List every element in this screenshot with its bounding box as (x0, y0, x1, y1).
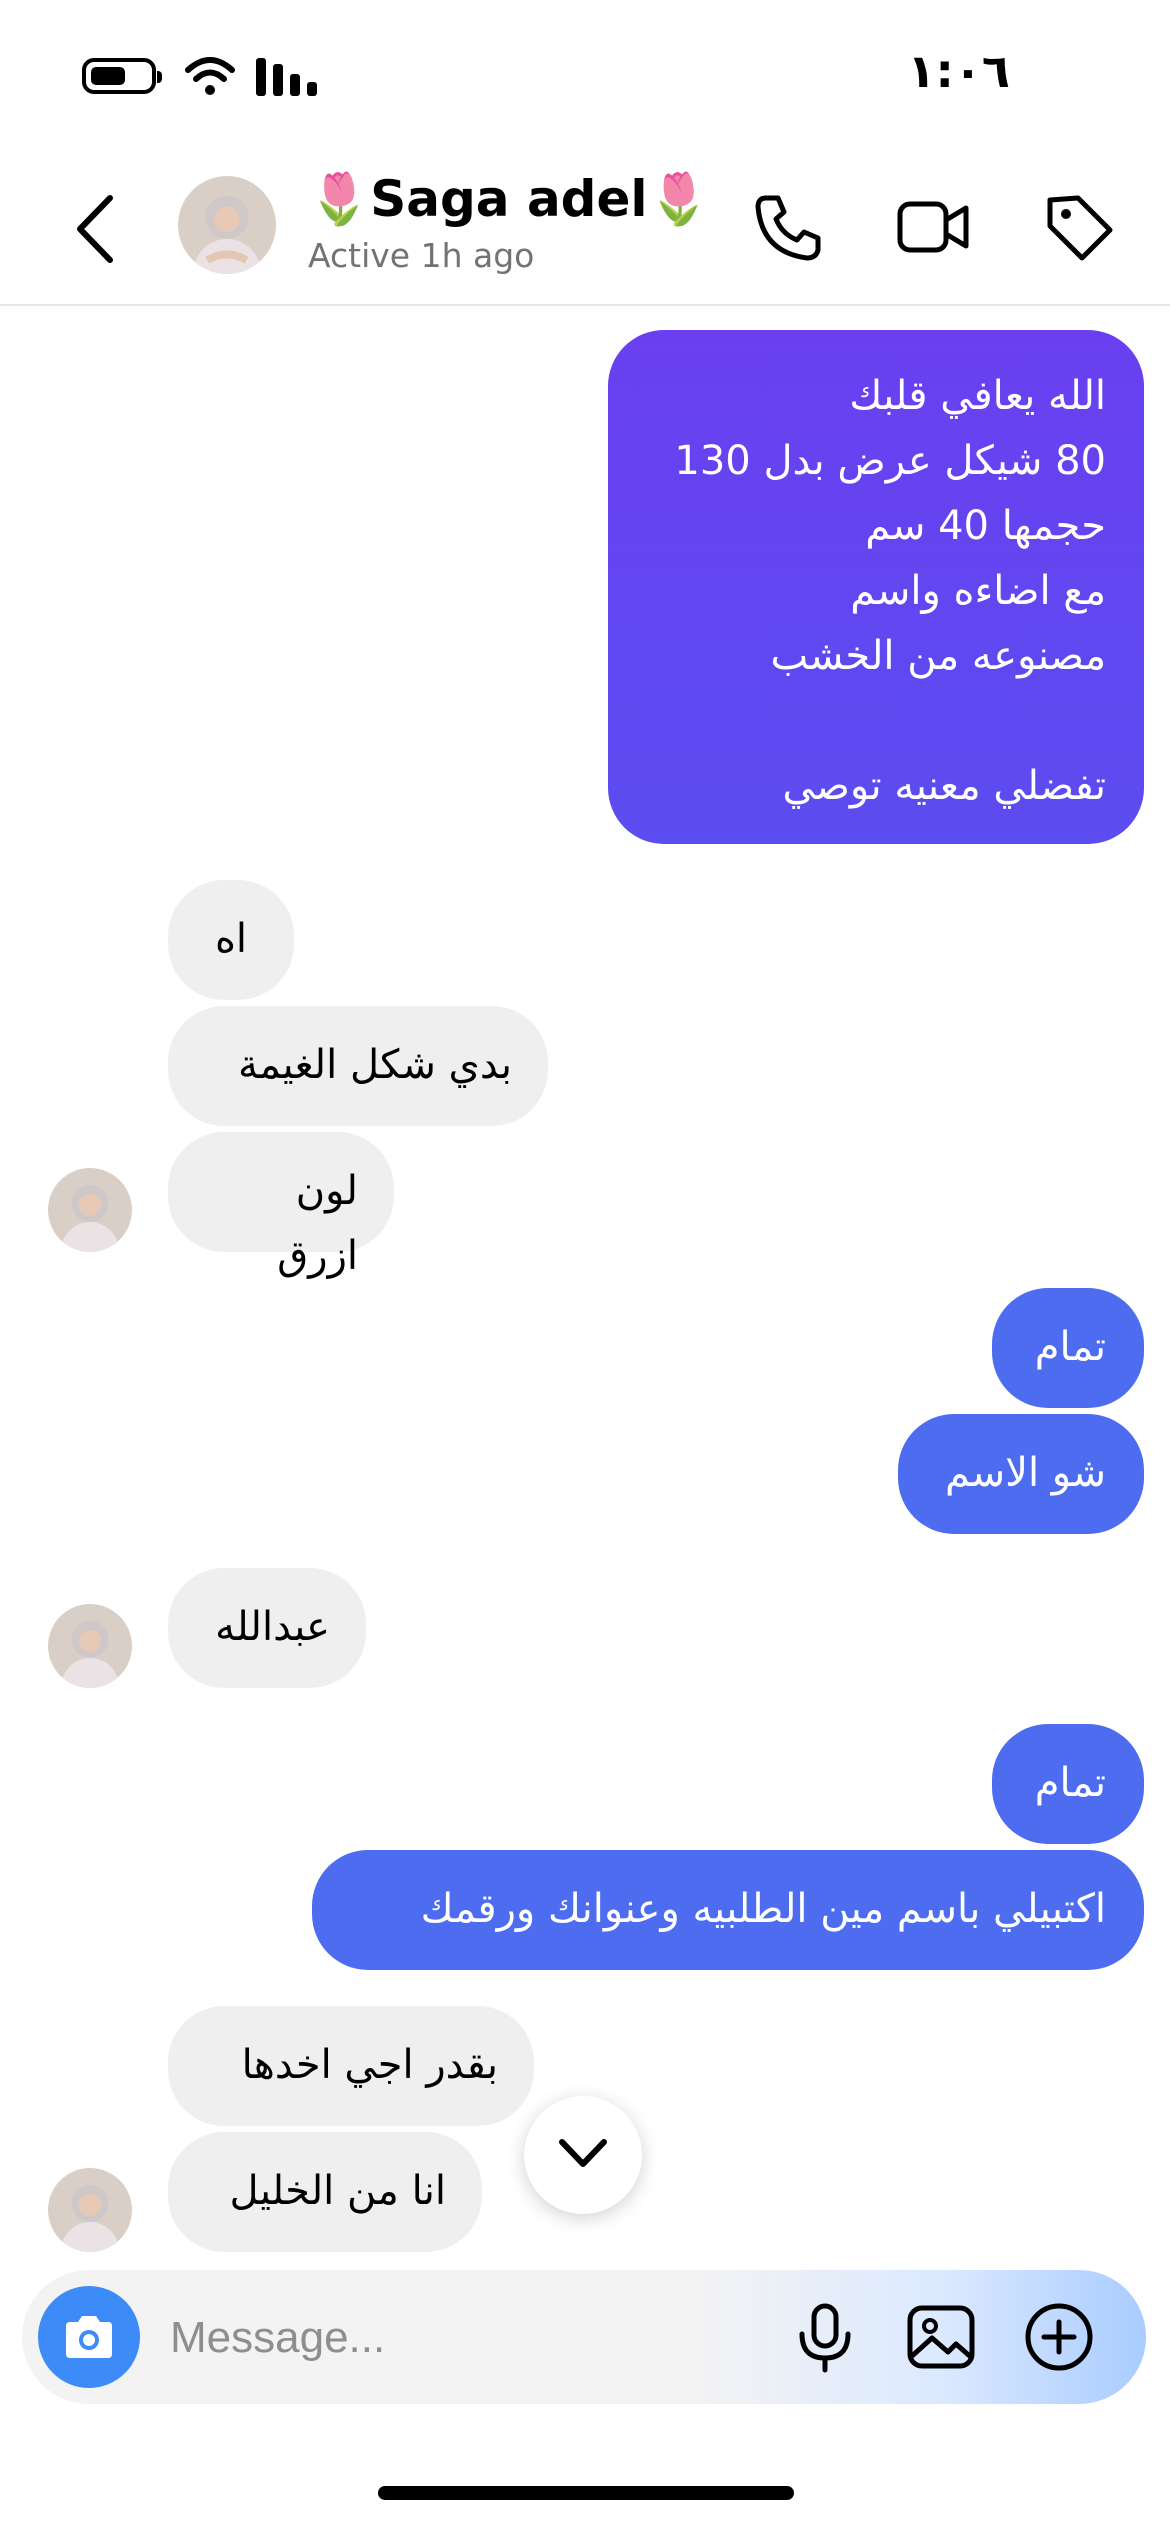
sent-message-bubble[interactable]: تمام (992, 1724, 1144, 1844)
received-message-bubble[interactable]: اه (168, 880, 294, 1000)
contact-avatar[interactable] (178, 176, 276, 274)
cellular-signal-icon (256, 58, 317, 96)
contact-name[interactable]: 🌷Saga adel🌷 (308, 170, 710, 229)
received-message-bubble[interactable]: انا من الخليل (168, 2132, 482, 2252)
status-time: ١:٠٦ (907, 44, 1010, 98)
sent-message-bubble[interactable]: اكتبيلي باسم مين الطلبيه وعنوانك ورقمك (312, 1850, 1144, 1970)
active-status: Active 1h ago (308, 236, 535, 275)
plus-icon[interactable] (1022, 2300, 1096, 2374)
received-message-bubble[interactable]: عبدالله (168, 1568, 366, 1688)
received-message-bubble[interactable]: لون ازرق (168, 1132, 394, 1279)
sent-message-bubble[interactable]: تمام (992, 1288, 1144, 1408)
video-camera-icon[interactable] (896, 190, 970, 264)
received-message-bubble[interactable]: بقدر اجي اخدها (168, 2006, 534, 2126)
camera-button[interactable] (38, 2286, 140, 2388)
back-arrow-icon[interactable] (70, 192, 120, 266)
phone-icon[interactable] (752, 190, 826, 264)
camera-icon (66, 2316, 112, 2358)
sent-message-bubble[interactable]: الله يعافي قلبك 80 شيكل عرض بدل 130 حجمه… (608, 330, 1144, 844)
microphone-icon[interactable] (788, 2300, 862, 2374)
contact-avatar[interactable] (48, 1168, 132, 1252)
contact-avatar[interactable] (48, 1604, 132, 1688)
chevron-down-icon (559, 2139, 607, 2167)
sent-message-bubble[interactable]: شو الاسم (898, 1414, 1144, 1534)
message-composer (22, 2270, 1146, 2404)
chat-header: 🌷Saga adel🌷 Active 1h ago (0, 150, 1170, 306)
gallery-icon[interactable] (904, 2300, 978, 2374)
received-message-bubble[interactable]: بدي شكل الغيمة (168, 1006, 548, 1126)
wifi-icon (185, 57, 235, 95)
home-indicator (378, 2486, 794, 2500)
scroll-to-bottom-button[interactable] (524, 2096, 642, 2214)
contact-avatar[interactable] (48, 2168, 132, 2252)
status-bar: ١:٠٦ (0, 0, 1170, 150)
battery-icon (82, 58, 162, 94)
message-input[interactable] (168, 2300, 772, 2376)
tag-icon[interactable] (1042, 190, 1116, 264)
